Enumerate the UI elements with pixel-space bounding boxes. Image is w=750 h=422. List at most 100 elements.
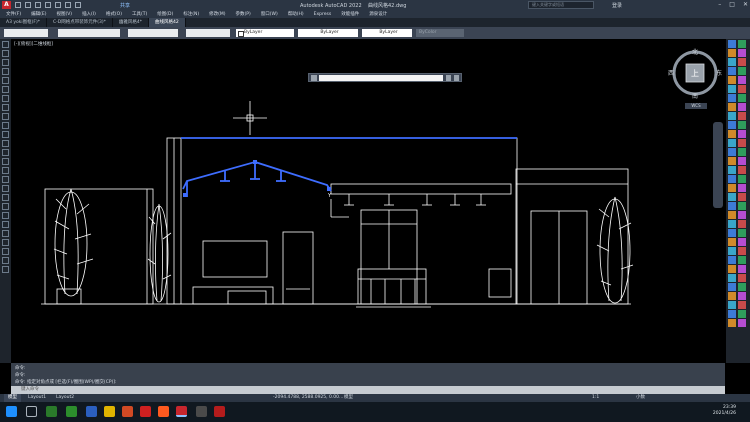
document-tab[interactable]: 幽雅风格4*: [113, 18, 149, 27]
model-space-toggle[interactable]: 模型: [344, 394, 353, 402]
draw-tool-icon[interactable]: [2, 140, 9, 147]
menu-item[interactable]: 标注(N): [183, 11, 199, 17]
menu-item[interactable]: 效能插件: [341, 11, 359, 17]
text-style-dropdown[interactable]: [58, 29, 120, 37]
menu-item[interactable]: 绘图(D): [157, 11, 173, 17]
start-menu-icon[interactable]: [6, 406, 17, 417]
draw-tool-icon[interactable]: [2, 86, 9, 93]
dim-style-dropdown[interactable]: [128, 29, 178, 37]
modify-tool-icon[interactable]: [728, 274, 736, 282]
draw-tool-icon[interactable]: [2, 158, 9, 165]
help-search-input[interactable]: 键入关键字或短语: [528, 1, 594, 9]
modify-tool-icon[interactable]: [738, 202, 746, 210]
menu-item[interactable]: 修改(M): [209, 11, 225, 17]
modify-tool-icon[interactable]: [728, 112, 736, 120]
units-button[interactable]: 小数: [636, 394, 645, 402]
app-icon[interactable]: [158, 406, 169, 417]
grip-point[interactable]: [253, 160, 257, 164]
modify-tool-icon[interactable]: [728, 67, 736, 75]
modify-tool-icon[interactable]: [728, 103, 736, 111]
linetype-dropdown[interactable]: ByLayer: [298, 29, 358, 37]
draw-tool-icon[interactable]: [2, 248, 9, 255]
modify-tool-icon[interactable]: [728, 193, 736, 201]
workspace-dropdown[interactable]: [4, 29, 48, 37]
modify-tool-icon[interactable]: [738, 40, 746, 48]
modify-tool-icon[interactable]: [738, 130, 746, 138]
modify-tool-icon[interactable]: [738, 139, 746, 147]
modify-tool-icon[interactable]: [738, 148, 746, 156]
modify-tool-icon[interactable]: [738, 229, 746, 237]
modify-tool-icon[interactable]: [728, 121, 736, 129]
modify-tool-icon[interactable]: [728, 211, 736, 219]
modify-tool-icon[interactable]: [728, 40, 736, 48]
undo-icon[interactable]: [65, 2, 71, 8]
modify-tool-icon[interactable]: [738, 256, 746, 264]
color-dropdown[interactable]: ByLayer: [236, 29, 294, 37]
modify-tool-icon[interactable]: [728, 184, 736, 192]
modify-tool-icon[interactable]: [738, 283, 746, 291]
modify-tool-icon[interactable]: [738, 166, 746, 174]
modify-tool-icon[interactable]: [738, 67, 746, 75]
word-icon[interactable]: [86, 406, 97, 417]
save-icon[interactable]: [35, 2, 41, 8]
modify-tool-icon[interactable]: [738, 238, 746, 246]
minimize-icon[interactable]: –: [718, 1, 721, 8]
modify-tool-icon[interactable]: [728, 265, 736, 273]
coordinates-readout[interactable]: -2094.4788, 2588.0925, 0.00...: [273, 394, 343, 402]
app-icon[interactable]: [140, 406, 151, 417]
menu-item[interactable]: 窗口(W): [261, 11, 278, 17]
draw-tool-icon[interactable]: [2, 257, 9, 264]
replace-icon[interactable]: [454, 75, 459, 81]
document-tab[interactable]: A3 yoki图框(F)*: [0, 18, 47, 27]
app-icon[interactable]: [214, 406, 225, 417]
modify-tool-icon[interactable]: [738, 292, 746, 300]
modify-tool-icon[interactable]: [728, 49, 736, 57]
draw-tool-icon[interactable]: [2, 68, 9, 75]
redo-icon[interactable]: [75, 2, 81, 8]
modify-tool-icon[interactable]: [728, 166, 736, 174]
autocad-logo-icon[interactable]: A: [2, 1, 11, 9]
document-tab[interactable]: 曲线风格42: [148, 18, 186, 27]
menu-item[interactable]: 参数(P): [236, 11, 251, 17]
wcs-menu[interactable]: WCS: [685, 103, 707, 109]
modify-tool-icon[interactable]: [738, 301, 746, 309]
modify-tool-icon[interactable]: [728, 292, 736, 300]
modify-tool-icon[interactable]: [738, 193, 746, 201]
find-icon[interactable]: [311, 75, 317, 81]
layout-tab[interactable]: Layout1: [24, 394, 50, 402]
draw-tool-icon[interactable]: [2, 149, 9, 156]
task-view-icon[interactable]: [26, 406, 37, 417]
draw-tool-icon[interactable]: [2, 266, 9, 273]
document-tab[interactable]: C-D网格点带装饰元件(3)*: [47, 18, 113, 27]
drawing-area[interactable]: Y: [11, 39, 725, 363]
browser-icon[interactable]: [122, 406, 133, 417]
draw-tool-icon[interactable]: [2, 77, 9, 84]
modify-tool-icon[interactable]: [738, 274, 746, 282]
find-text-input[interactable]: [319, 75, 443, 81]
draw-tool-icon[interactable]: [2, 41, 9, 48]
print-icon[interactable]: [55, 2, 61, 8]
compass-east-label[interactable]: 东: [716, 69, 722, 77]
navigation-bar[interactable]: [713, 122, 723, 208]
compass-south-label[interactable]: 南: [692, 92, 698, 100]
find-options-icon[interactable]: [446, 75, 451, 81]
maximize-icon[interactable]: □: [729, 1, 735, 8]
draw-tool-icon[interactable]: [2, 176, 9, 183]
close-icon[interactable]: ✕: [743, 1, 748, 8]
draw-tool-icon[interactable]: [2, 212, 9, 219]
draw-tool-icon[interactable]: [2, 50, 9, 57]
plotstyle-dropdown[interactable]: ByColor: [416, 29, 464, 37]
modify-tool-icon[interactable]: [728, 58, 736, 66]
modify-tool-icon[interactable]: [738, 175, 746, 183]
draw-tool-icon[interactable]: [2, 167, 9, 174]
modify-tool-icon[interactable]: [738, 49, 746, 57]
autocad-taskbar-icon[interactable]: [176, 406, 187, 417]
draw-tool-icon[interactable]: [2, 194, 9, 201]
menu-item[interactable]: 格式(O): [106, 11, 122, 17]
menu-item[interactable]: 插入(I): [82, 11, 96, 17]
draw-tool-icon[interactable]: [2, 113, 9, 120]
draw-tool-icon[interactable]: [2, 95, 9, 102]
menu-item[interactable]: 帮助(H): [288, 11, 304, 17]
lineweight-dropdown[interactable]: ByLayer: [362, 29, 412, 37]
modify-tool-icon[interactable]: [728, 76, 736, 84]
